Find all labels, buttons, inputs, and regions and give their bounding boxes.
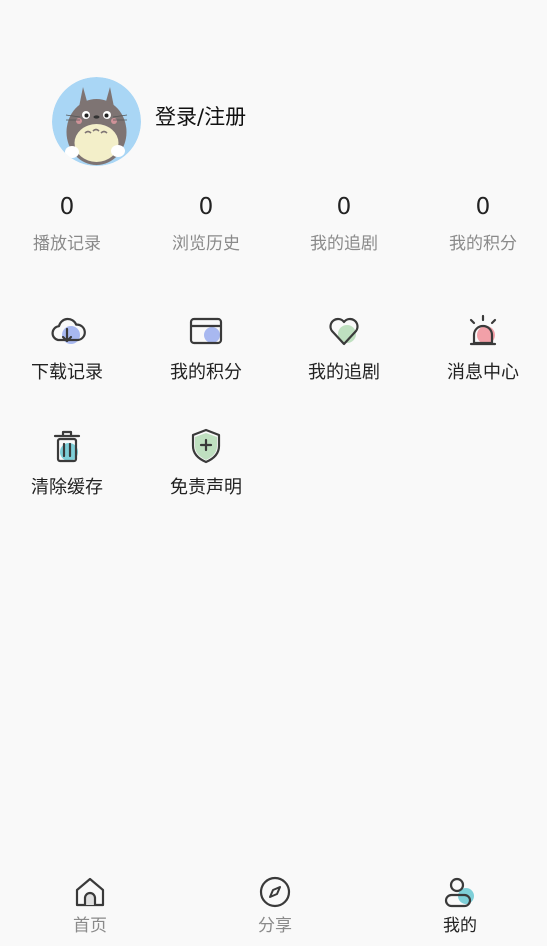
tab-label: 分享 bbox=[258, 916, 292, 936]
menu-label: 我的追剧 bbox=[308, 362, 380, 383]
trash-icon bbox=[53, 430, 81, 463]
stat-value: 0 bbox=[336, 194, 352, 220]
stat-value: 0 bbox=[59, 194, 75, 220]
menu-label: 消息中心 bbox=[447, 362, 519, 383]
stat-value: 0 bbox=[198, 194, 214, 220]
stat-play-history[interactable]: 0 播放记录 bbox=[0, 192, 136, 256]
menu-disclaimer[interactable]: 免责声明 bbox=[137, 426, 275, 516]
compass-icon bbox=[259, 876, 291, 908]
menu-clear-cache[interactable]: 清除缓存 bbox=[0, 426, 136, 516]
menu-following[interactable]: 我的追剧 bbox=[275, 311, 413, 401]
heart-icon bbox=[329, 317, 359, 346]
stat-label: 我的积分 bbox=[449, 234, 517, 254]
menu-message-center[interactable]: 消息中心 bbox=[414, 311, 547, 401]
stat-label: 浏览历史 bbox=[172, 234, 240, 254]
menu-label: 下载记录 bbox=[31, 362, 103, 383]
user-icon bbox=[444, 877, 474, 908]
stat-label: 播放记录 bbox=[33, 234, 101, 254]
tab-label: 首页 bbox=[73, 916, 107, 936]
tab-mine[interactable]: 我的 bbox=[395, 874, 525, 938]
tab-home[interactable]: 首页 bbox=[25, 874, 155, 938]
tab-label: 我的 bbox=[443, 916, 477, 936]
shield-icon bbox=[191, 428, 221, 464]
stats-row: 0 播放记录 0 浏览历史 0 我的追剧 0 我的积分 bbox=[0, 192, 547, 262]
alarm-bell-icon bbox=[469, 314, 497, 346]
stat-label: 我的追剧 bbox=[310, 234, 378, 254]
menu-label: 我的积分 bbox=[170, 362, 242, 383]
stat-browse-history[interactable]: 0 浏览历史 bbox=[137, 192, 275, 256]
card-icon bbox=[189, 317, 223, 345]
bottom-tab-bar: 首页 分享 我的 bbox=[0, 866, 547, 946]
stat-points[interactable]: 0 我的积分 bbox=[414, 192, 547, 256]
cloud-download-icon bbox=[51, 317, 86, 344]
menu-label: 清除缓存 bbox=[31, 477, 103, 498]
menu-my-points[interactable]: 我的积分 bbox=[137, 311, 275, 401]
stat-value: 0 bbox=[475, 194, 491, 220]
menu-download-records[interactable]: 下载记录 bbox=[0, 311, 136, 401]
login-register-link[interactable]: 登录/注册 bbox=[155, 103, 246, 131]
home-icon bbox=[75, 877, 105, 907]
tab-share[interactable]: 分享 bbox=[210, 874, 340, 938]
stat-following[interactable]: 0 我的追剧 bbox=[275, 192, 413, 256]
avatar[interactable] bbox=[52, 77, 141, 166]
menu-label: 免责声明 bbox=[170, 477, 242, 498]
